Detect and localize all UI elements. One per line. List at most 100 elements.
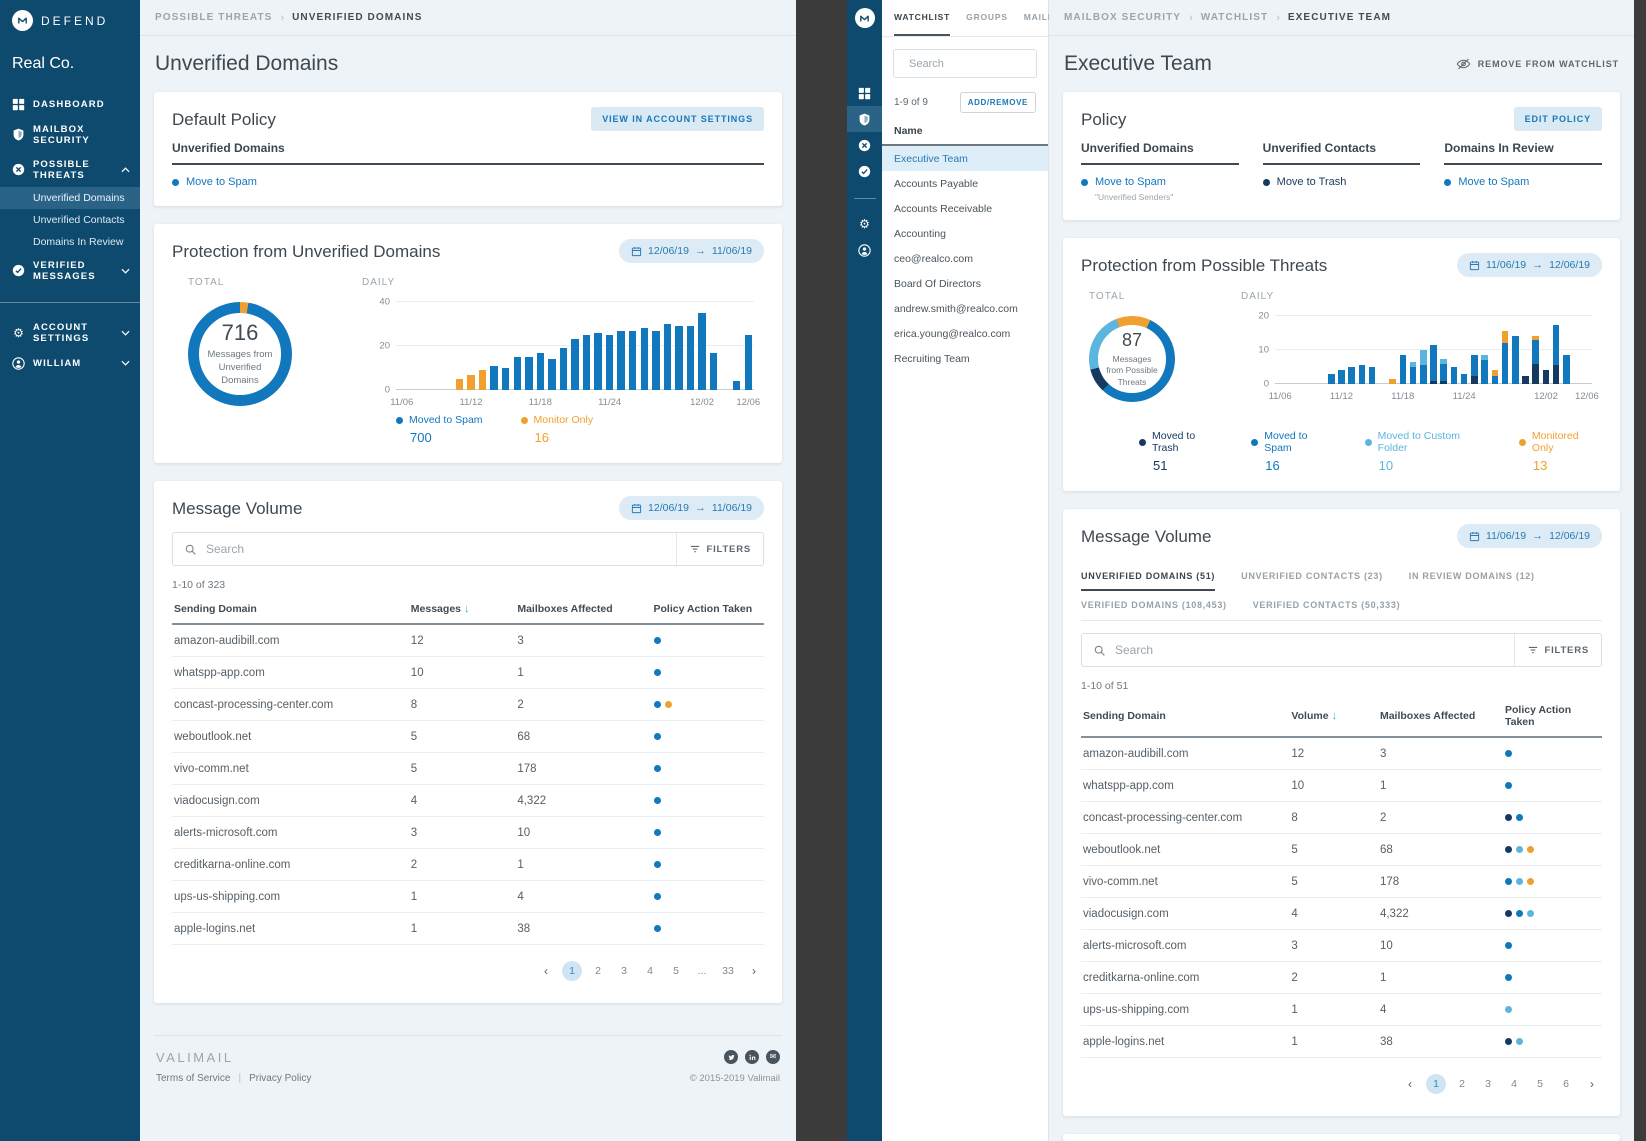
- page-button-3[interactable]: 3: [614, 961, 634, 981]
- sidebar-subitem-unverified-contacts[interactable]: Unverified Contacts: [0, 209, 140, 231]
- sidebar-item-account-settings[interactable]: ⚙ACCOUNT SETTINGS: [0, 315, 140, 350]
- bar[interactable]: [1420, 350, 1427, 384]
- filters-button[interactable]: FILTERS: [676, 533, 763, 565]
- page-button-4[interactable]: 4: [640, 961, 660, 981]
- linkedin-icon[interactable]: [745, 1050, 759, 1064]
- bar[interactable]: [1451, 367, 1458, 384]
- bar[interactable]: [617, 331, 624, 390]
- table-row[interactable]: weboutlook.net568: [172, 721, 764, 753]
- bar[interactable]: [1543, 370, 1550, 384]
- sidebar-item-possible-threats[interactable]: POSSIBLE THREATS: [0, 152, 140, 187]
- column-header[interactable]: Policy Action Taken: [1503, 696, 1602, 736]
- bar[interactable]: [698, 313, 705, 390]
- bar[interactable]: [490, 366, 497, 390]
- table-row[interactable]: amazon-audibill.com123: [1081, 738, 1602, 770]
- bar[interactable]: [1369, 367, 1376, 384]
- table-row[interactable]: ups-us-shipping.com14: [1081, 994, 1602, 1026]
- tab-in-review-domains-12[interactable]: IN REVIEW DOMAINS (12): [1409, 562, 1535, 591]
- table-row[interactable]: creditkarna-online.com21: [1081, 962, 1602, 994]
- search-input[interactable]: [909, 58, 1051, 70]
- list-item-recruiting-team[interactable]: Recruiting Team: [882, 346, 1048, 371]
- bar[interactable]: [710, 353, 717, 390]
- rail-item-check-icon[interactable]: [847, 158, 882, 184]
- table-row[interactable]: viadocusign.com44,322: [1081, 898, 1602, 930]
- page-button-2[interactable]: 2: [588, 961, 608, 981]
- bar[interactable]: [687, 326, 694, 390]
- search-input[interactable]: [1115, 643, 1514, 657]
- column-header[interactable]: Messages↓: [409, 595, 516, 623]
- table-row[interactable]: whatspp-app.com101: [172, 657, 764, 689]
- bar[interactable]: [1553, 325, 1560, 385]
- bar[interactable]: [1440, 359, 1447, 385]
- table-row[interactable]: amazon-audibill.com123: [172, 625, 764, 657]
- search-input[interactable]: [206, 542, 676, 556]
- policy-action-label[interactable]: Move to Spam: [1458, 176, 1529, 188]
- list-item-erica-young-realco-com[interactable]: erica.young@realco.com: [882, 321, 1048, 346]
- table-row[interactable]: vivo-comm.net5178: [172, 753, 764, 785]
- rail-item-threat-icon[interactable]: [847, 132, 882, 158]
- bar[interactable]: [502, 368, 509, 390]
- bar[interactable]: [1522, 376, 1529, 385]
- table-row[interactable]: apple-logins.net138: [1081, 1026, 1602, 1058]
- table-row[interactable]: alerts-microsoft.com310: [1081, 930, 1602, 962]
- bar[interactable]: [560, 348, 567, 390]
- tab-verified-domains-108-453[interactable]: VERIFIED DOMAINS (108,453): [1081, 591, 1227, 620]
- page-button-5[interactable]: 5: [666, 961, 686, 981]
- sidebar-item-mailbox-security[interactable]: MAILBOX SECURITY: [0, 117, 140, 152]
- bar[interactable]: [456, 379, 463, 390]
- table-row[interactable]: concast-processing-center.com82: [172, 689, 764, 721]
- breadcrumb-item[interactable]: WATCHLIST: [1201, 12, 1268, 23]
- next-page-button[interactable]: ›: [744, 961, 764, 981]
- bar[interactable]: [1502, 331, 1509, 384]
- bar[interactable]: [1389, 379, 1396, 384]
- next-page-button[interactable]: ›: [1582, 1074, 1602, 1094]
- sidebar-item-william[interactable]: WILLIAM: [0, 350, 140, 376]
- policy-action-label[interactable]: Move to Spam: [186, 176, 257, 188]
- table-row[interactable]: creditkarna-online.com21: [172, 849, 764, 881]
- bar[interactable]: [641, 328, 648, 390]
- policy-action-label[interactable]: Move to Trash: [1277, 176, 1347, 188]
- bar[interactable]: [514, 357, 521, 390]
- previous-page-button[interactable]: ‹: [536, 961, 556, 981]
- page-button-...[interactable]: ...: [692, 961, 712, 981]
- tab-groups[interactable]: GROUPS: [966, 0, 1008, 36]
- privacy-link[interactable]: Privacy Policy: [249, 1073, 311, 1084]
- breadcrumb-item[interactable]: MAILBOX SECURITY: [1064, 12, 1181, 23]
- sidebar-subitem-unverified-domains[interactable]: Unverified Domains: [0, 187, 140, 209]
- brand[interactable]: DEFEND: [0, 0, 140, 39]
- bar[interactable]: [652, 331, 659, 390]
- bar[interactable]: [525, 357, 532, 390]
- valimail-logo-icon[interactable]: [855, 8, 875, 28]
- page-button-5[interactable]: 5: [1530, 1074, 1550, 1094]
- filters-button[interactable]: FILTERS: [1514, 634, 1601, 666]
- bar[interactable]: [1481, 355, 1488, 384]
- tab-unverified-contacts-23[interactable]: UNVERIFIED CONTACTS (23): [1241, 562, 1383, 591]
- table-row[interactable]: apple-logins.net138: [172, 913, 764, 945]
- view-in-account-settings-button[interactable]: VIEW IN ACCOUNT SETTINGS: [591, 107, 764, 131]
- edit-policy-button[interactable]: EDIT POLICY: [1514, 107, 1602, 131]
- bar[interactable]: [1338, 370, 1345, 384]
- page-button-3[interactable]: 3: [1478, 1074, 1498, 1094]
- bar[interactable]: [675, 326, 682, 390]
- date-range-picker[interactable]: 12/06/19 → 11/06/19: [619, 239, 764, 263]
- date-range-picker[interactable]: 12/06/19 → 11/06/19: [619, 496, 764, 520]
- table-row[interactable]: vivo-comm.net5178: [1081, 866, 1602, 898]
- table-row[interactable]: alerts-microsoft.com310: [172, 817, 764, 849]
- column-header[interactable]: Sending Domain: [172, 595, 409, 623]
- bar[interactable]: [1430, 345, 1437, 384]
- table-row[interactable]: viadocusign.com44,322: [172, 785, 764, 817]
- bar[interactable]: [1512, 336, 1519, 384]
- sidebar-item-dashboard[interactable]: DASHBOARD: [0, 91, 140, 117]
- bar[interactable]: [745, 335, 752, 390]
- terms-link[interactable]: Terms of Service: [156, 1073, 230, 1084]
- sidebar-item-verified-messages[interactable]: VERIFIED MESSAGES: [0, 253, 140, 288]
- table-row[interactable]: weboutlook.net568: [1081, 834, 1602, 866]
- page-button-1[interactable]: 1: [1426, 1074, 1446, 1094]
- bar[interactable]: [548, 359, 555, 390]
- bar[interactable]: [1532, 336, 1539, 384]
- remove-from-watchlist-button[interactable]: REMOVE FROM WATCHLIST: [1456, 58, 1619, 70]
- bar[interactable]: [1471, 355, 1478, 384]
- tab-watchlist[interactable]: WATCHLIST: [894, 0, 950, 36]
- bar[interactable]: [1348, 367, 1355, 384]
- list-item-andrew-smith-realco-com[interactable]: andrew.smith@realco.com: [882, 296, 1048, 321]
